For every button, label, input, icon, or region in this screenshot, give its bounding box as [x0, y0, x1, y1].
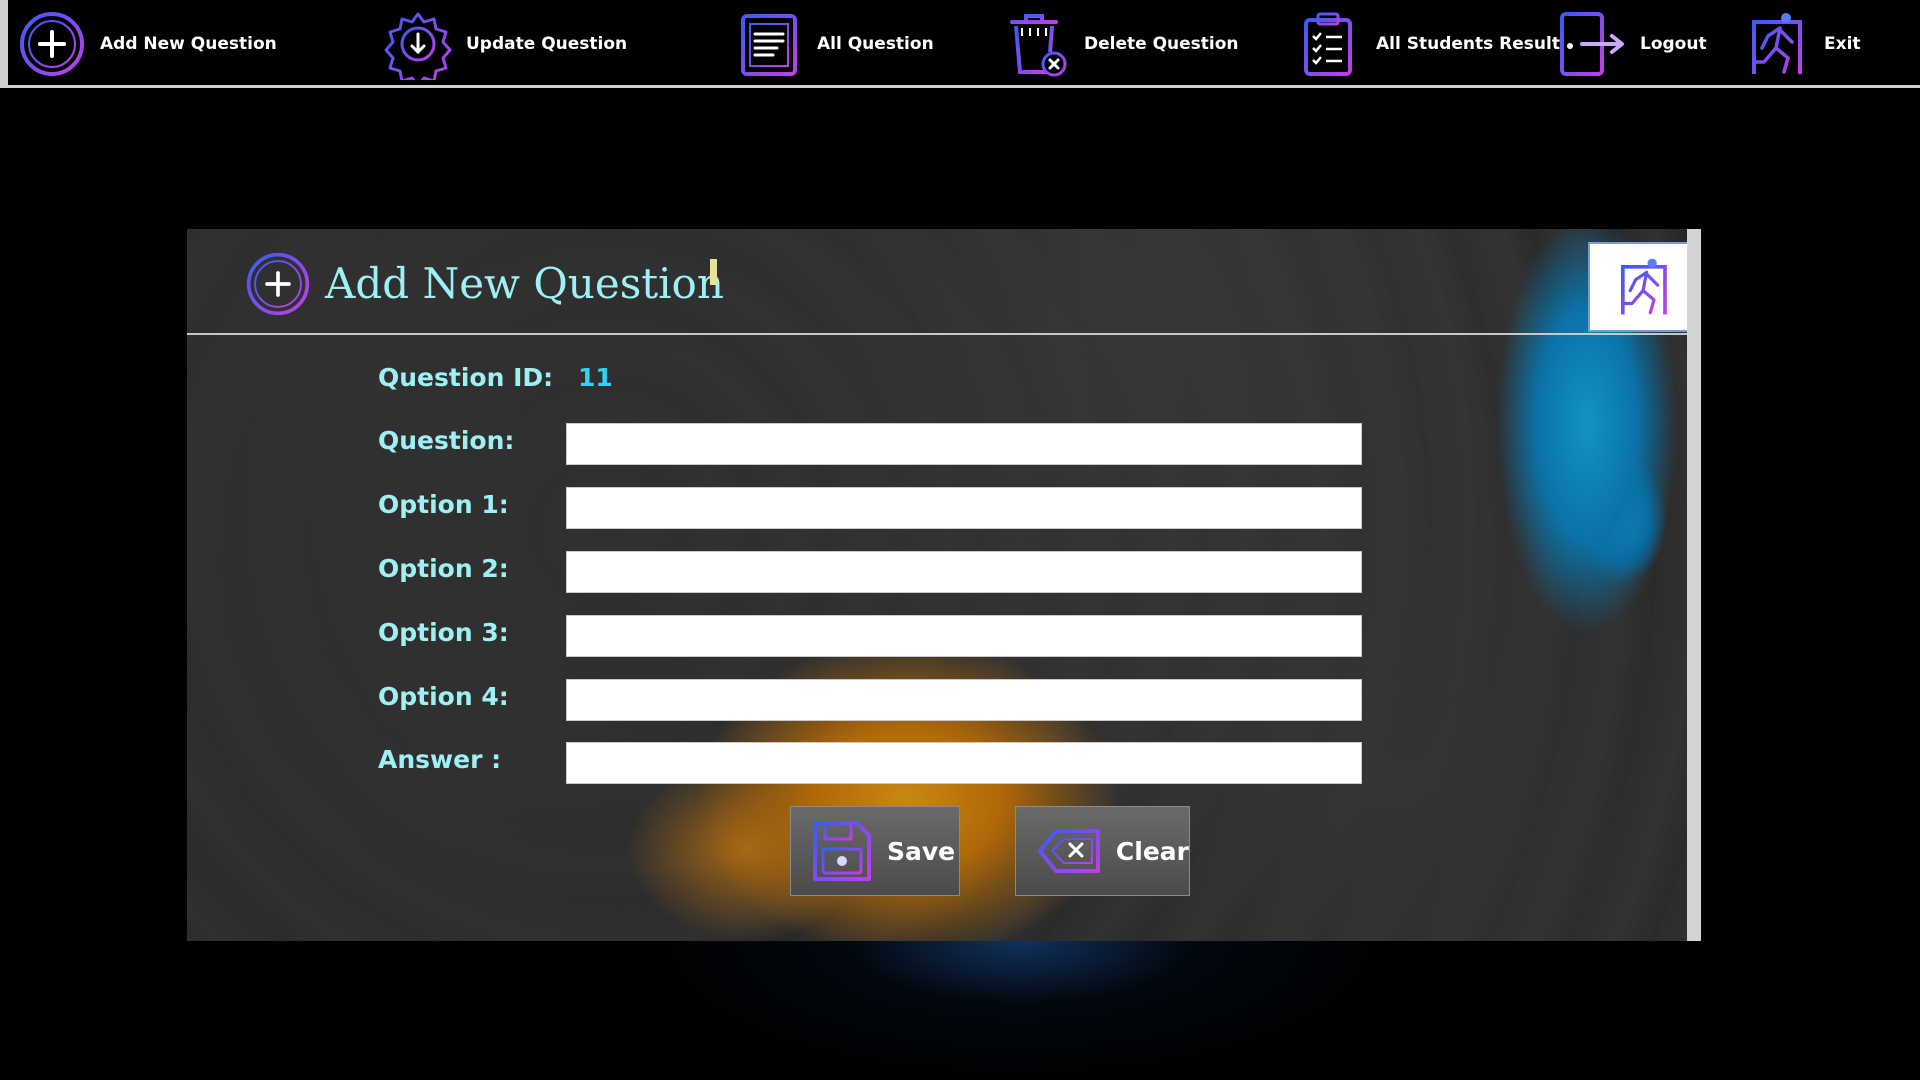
toolbar-add-new-question-button[interactable]: Add New Question — [16, 6, 277, 82]
panel-exit-button[interactable] — [1588, 242, 1687, 332]
toolbar-update-question-button[interactable]: Update Question — [382, 6, 627, 82]
save-button-label: Save — [887, 836, 956, 866]
option-4-input[interactable] — [566, 679, 1362, 721]
question-id-value: 11 — [578, 363, 613, 392]
trash-delete-icon — [1010, 14, 1067, 77]
toolbar-all-question-button[interactable]: All Question — [733, 6, 934, 82]
page-title: Add New Question — [325, 259, 724, 308]
option-1-input[interactable] — [566, 487, 1362, 529]
toolbar-logout-label: Logout — [1640, 34, 1707, 54]
option-1-label: Option 1: — [378, 490, 509, 519]
toolbar-delete-question-button[interactable]: Delete Question — [1000, 6, 1239, 82]
running-exit-icon — [1621, 258, 1667, 315]
save-button[interactable]: Save — [790, 806, 960, 896]
toolbar-exit-button[interactable]: Exit — [1740, 6, 1861, 82]
document-list-icon — [741, 14, 797, 76]
gear-download-icon — [384, 12, 452, 80]
toolbar-update-question-label: Update Question — [466, 34, 628, 54]
option-3-input[interactable] — [566, 615, 1362, 657]
question-input[interactable] — [566, 423, 1362, 465]
text-cursor — [710, 259, 717, 285]
top-toolbar: Add New Question Update Question All Que… — [0, 0, 1920, 88]
question-id-label: Question ID: — [378, 363, 554, 392]
clipboard-checklist-icon — [1304, 12, 1352, 76]
clear-button-label: Clear — [1115, 836, 1189, 866]
toolbar-logout-button[interactable]: Logout — [1556, 6, 1707, 82]
toolbar-all-question-label: All Question — [817, 34, 934, 54]
option-2-label: Option 2: — [378, 554, 509, 583]
toolbar-all-students-result-label: All Students Result — [1376, 34, 1560, 54]
running-exit-icon — [1752, 13, 1802, 74]
answer-label: Answer : — [378, 745, 502, 774]
option-2-input[interactable] — [566, 551, 1362, 593]
add-question-panel: Add New Question Question ID: 11 Questio… — [187, 229, 1701, 941]
toolbar-delete-question-label: Delete Question — [1084, 34, 1239, 54]
option-3-label: Option 3: — [378, 618, 509, 647]
toolbar-add-new-question-label: Add New Question — [100, 34, 277, 54]
answer-input[interactable] — [566, 742, 1362, 784]
door-exit-icon — [1560, 12, 1624, 76]
title-divider — [187, 333, 1687, 335]
toolbar-exit-label: Exit — [1824, 34, 1861, 54]
plus-circle-icon — [246, 252, 310, 316]
floppy-disk-icon — [813, 821, 871, 881]
plus-circle-icon — [20, 12, 84, 76]
toolbar-all-students-result-button[interactable]: All Students Result — [1292, 6, 1560, 82]
backspace-clear-icon — [1037, 829, 1100, 873]
option-4-label: Option 4: — [378, 682, 509, 711]
question-label: Question: — [378, 426, 515, 455]
clear-button[interactable]: Clear — [1015, 806, 1190, 896]
background-glow — [320, 941, 1680, 1080]
